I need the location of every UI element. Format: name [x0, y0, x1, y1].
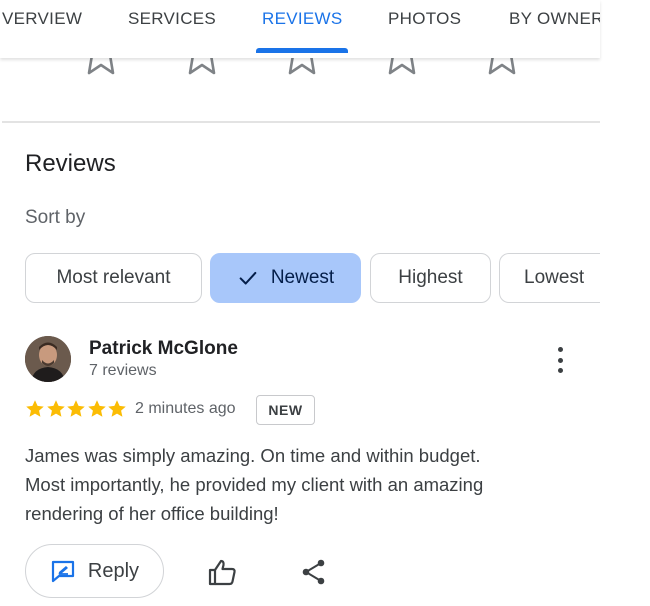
sort-chip-label: Highest — [398, 267, 463, 288]
tab-overview[interactable]: VERVIEW — [2, 9, 82, 29]
tab-by-owner[interactable]: BY OWNER — [509, 9, 600, 29]
star-icon — [46, 400, 65, 417]
reply-icon — [51, 560, 75, 583]
reviews-heading: Reviews — [25, 150, 116, 177]
review-rating — [25, 399, 128, 419]
review-text-line: James was simply amazing. On time and wi… — [25, 445, 481, 466]
reply-label: Reply — [87, 559, 140, 582]
sort-chip-label: Newest — [270, 267, 335, 288]
star-icon — [26, 400, 44, 417]
active-tab-indicator — [256, 48, 348, 53]
sort-chip-label: Lowest — [524, 267, 585, 288]
tab-photos[interactable]: PHOTOS — [388, 9, 461, 29]
thumb-up-icon[interactable] — [207, 557, 237, 587]
sort-chip-highest[interactable]: Highest — [370, 253, 491, 303]
new-badge: NEW — [256, 395, 315, 425]
star-icon — [108, 400, 127, 417]
sort-chip-lowest[interactable]: Lowest — [499, 253, 600, 303]
review-text-line: Most importantly, he provided my client … — [25, 474, 484, 495]
star-icon — [67, 400, 85, 417]
reviewer-name[interactable]: Patrick McGlone — [89, 338, 238, 360]
tab-reviews[interactable]: REVIEWS — [262, 9, 343, 29]
reviewer-review-count: 7 reviews — [89, 362, 157, 379]
sort-chip-label: Most relevant — [56, 267, 171, 288]
star-icon — [88, 400, 106, 417]
section-divider — [2, 121, 600, 123]
review-text: James was simply amazing. On time and wi… — [25, 441, 585, 528]
sort-chip-newest[interactable]: Newest — [210, 253, 361, 303]
review-text-line: rendering of her office building! — [25, 503, 279, 524]
sort-by-label: Sort by — [25, 207, 86, 228]
sort-chip-most-relevant[interactable]: Most relevant — [25, 253, 202, 303]
review-time: 2 minutes ago — [135, 400, 236, 417]
reply-button[interactable]: Reply — [25, 544, 164, 598]
more-vert-icon[interactable] — [548, 344, 572, 376]
tab-bar: VERVIEW SERVICES REVIEWS PHOTOS BY OWNER — [0, 0, 600, 58]
avatar[interactable] — [25, 336, 71, 382]
share-icon[interactable] — [300, 558, 328, 586]
tab-services[interactable]: SERVICES — [128, 9, 216, 29]
check-icon — [237, 267, 259, 289]
